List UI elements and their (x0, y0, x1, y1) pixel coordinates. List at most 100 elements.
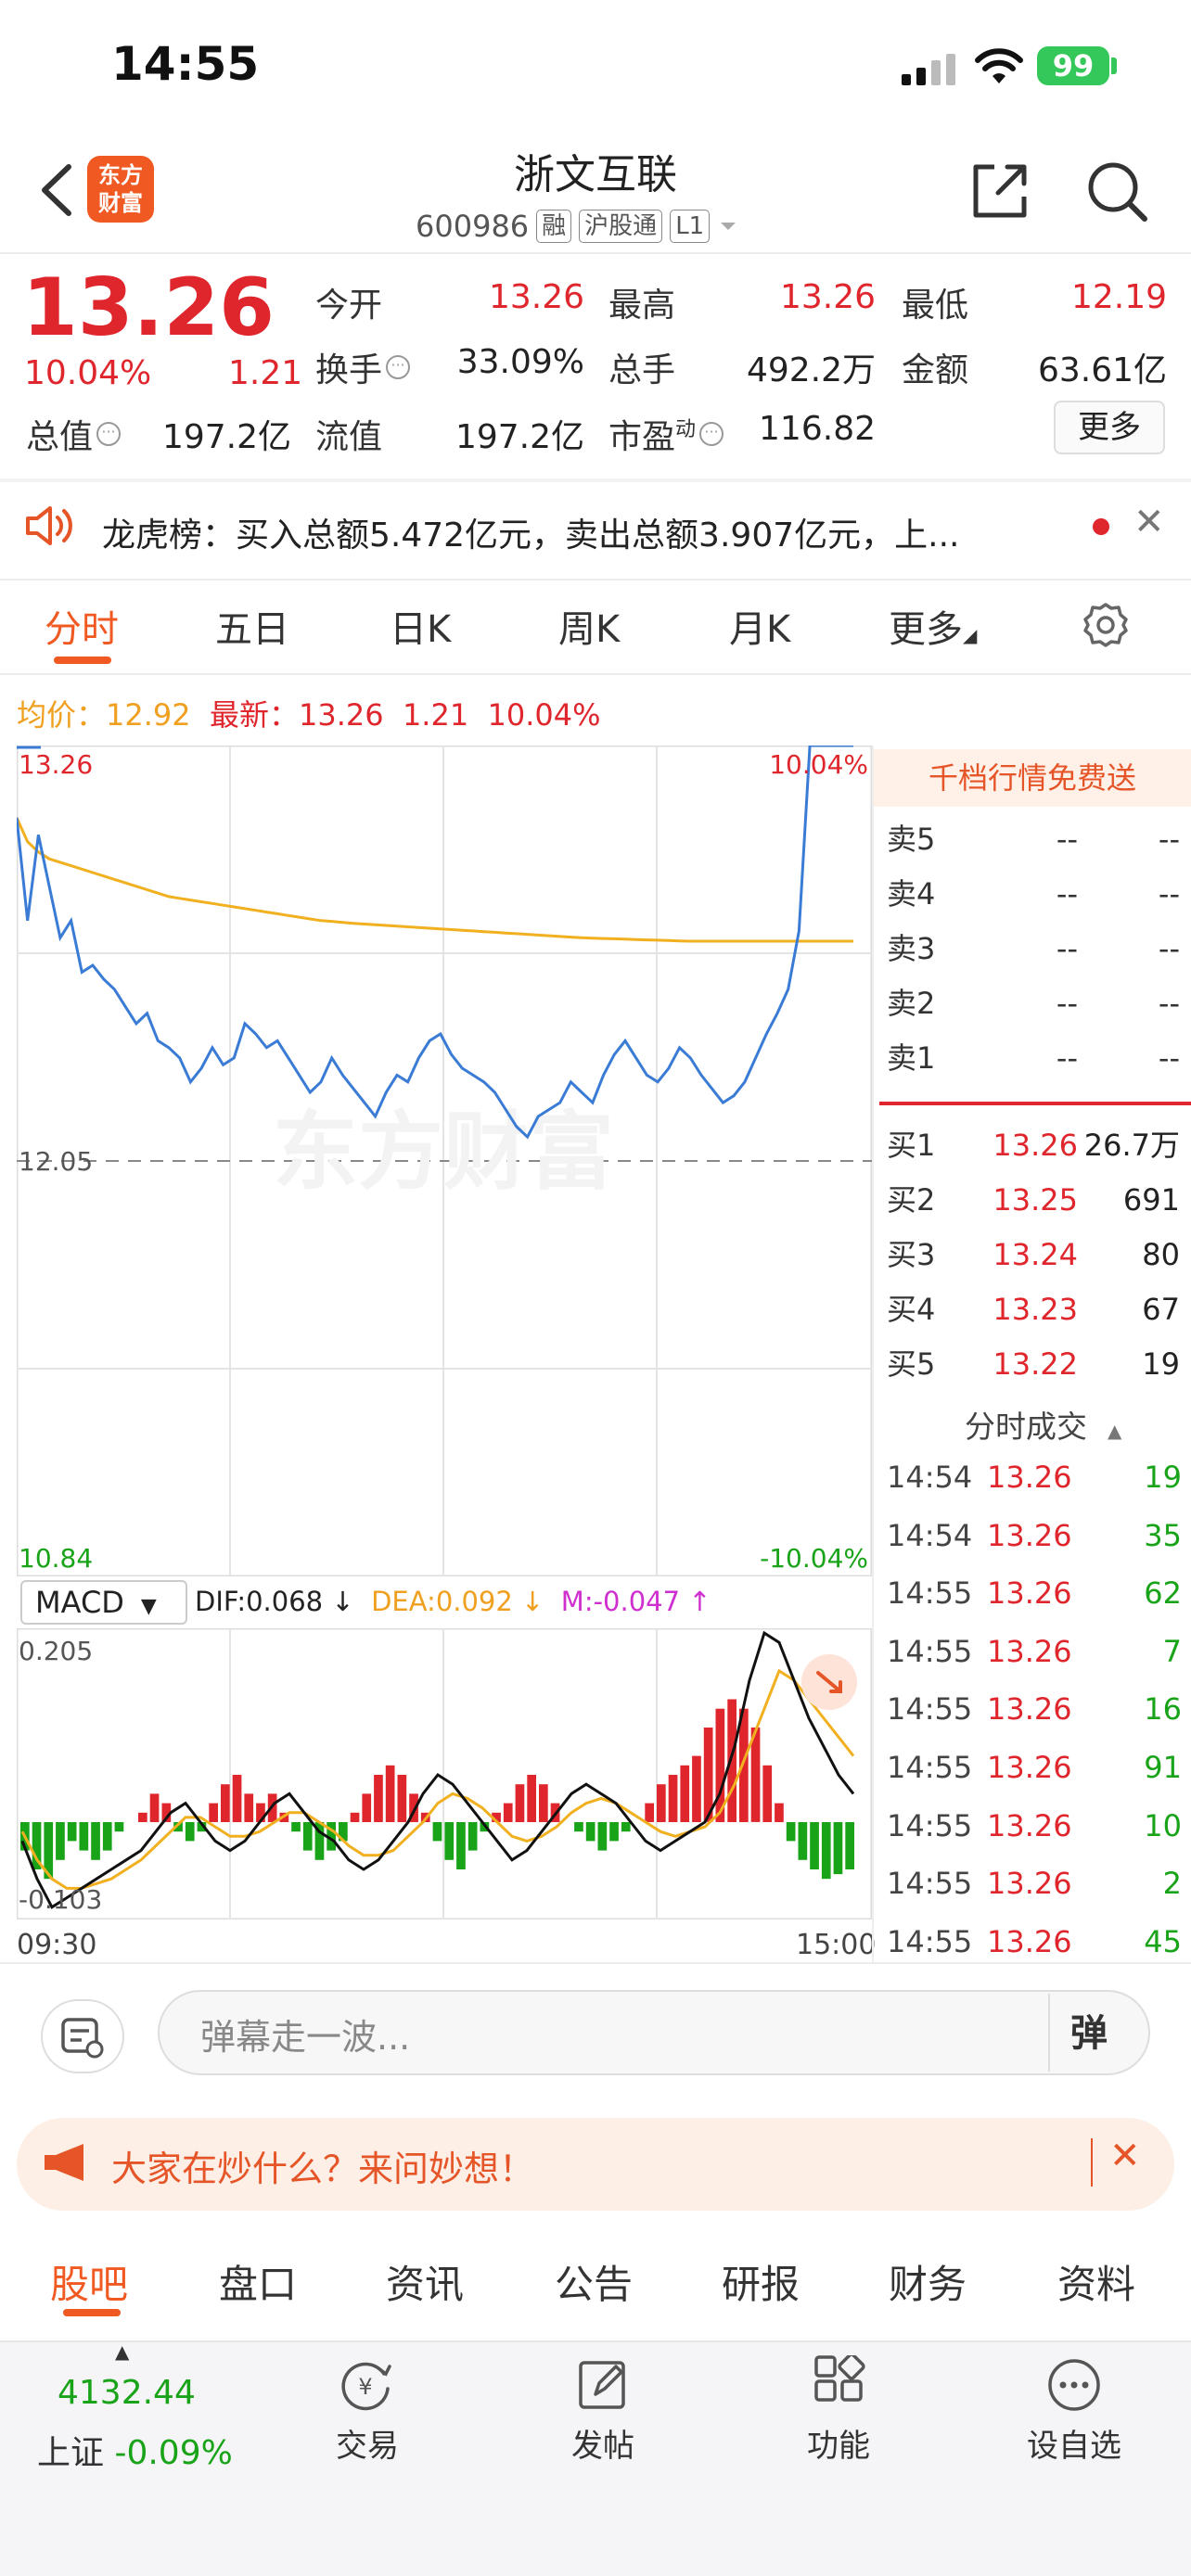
tick-vol: 62 (1144, 1575, 1182, 1612)
ask-row[interactable]: 卖2 -- -- (887, 976, 1180, 1030)
bid-row[interactable]: 买5 13.22 19 (887, 1337, 1180, 1391)
ask-row[interactable]: 卖5 -- -- (887, 812, 1180, 866)
speaker-icon (26, 506, 72, 545)
tab-profile[interactable]: 资料 (1057, 2253, 1135, 2310)
more-quote-button[interactable]: 更多 (1054, 401, 1165, 454)
order-book-promo[interactable]: 千档行情免费送 (874, 749, 1191, 807)
quote-label-open: 今开 (315, 287, 383, 325)
settings-icon[interactable] (1082, 601, 1130, 649)
back-button[interactable] (32, 158, 87, 223)
latest-value: 13.26 (298, 697, 384, 733)
tab-monthly-k[interactable]: 月K (729, 599, 790, 653)
tab-handicap[interactable]: 盘口 (219, 2253, 297, 2310)
tab-announcements[interactable]: 公告 (555, 2253, 633, 2310)
macd-bar (79, 1822, 89, 1851)
tab-weekly-k[interactable]: 周K (558, 599, 620, 653)
ask-ai-text: 大家在炒什么？来问妙想！ (111, 2149, 535, 2189)
tab-finance[interactable]: 财务 (889, 2253, 967, 2310)
nav-post[interactable]: 发帖 (538, 2420, 668, 2466)
battery-tip (1111, 57, 1117, 74)
macd-bar (680, 1765, 690, 1822)
tick-vol: 91 (1144, 1750, 1182, 1785)
tag-margin: 融 (536, 210, 572, 243)
macd-bar (67, 1822, 77, 1842)
bid-name: 买3 (887, 1237, 936, 1272)
tick-row: 14:54 13.26 35 (887, 1507, 1182, 1564)
tab-research[interactable]: 研报 (722, 2253, 800, 2310)
fold-button[interactable] (801, 1654, 857, 1710)
bid-price: 13.23 (992, 1292, 1078, 1327)
quote-label-market-cap[interactable]: 总值 ··· (26, 410, 122, 458)
bid-row[interactable]: 买4 13.23 67 (887, 1282, 1180, 1336)
status-bar: 14:55 99 (0, 0, 1191, 130)
macd-bar (102, 1822, 112, 1851)
macd-bar (244, 1793, 254, 1822)
quote-label-pe[interactable]: 市盈动 ··· (608, 410, 724, 458)
status-time: 14:55 (111, 37, 260, 91)
macd-bar (515, 1784, 525, 1822)
intraday-chart[interactable]: 东方财富 13.26 12.05 10.84 10.04% -10.04% (17, 746, 872, 1576)
latest-label: 最新： (209, 697, 299, 733)
macd-bar (762, 1765, 773, 1822)
tab-daily-k[interactable]: 日K (390, 599, 451, 653)
tick-row: 14:55 13.26 16 (887, 1680, 1182, 1738)
macd-bar (609, 1822, 619, 1842)
bid-row[interactable]: 买3 13.24 80 (887, 1228, 1180, 1282)
danmu-toggle[interactable] (41, 1999, 124, 2073)
search-icon[interactable] (1083, 158, 1150, 224)
index-widget[interactable]: 4132.44 (58, 2374, 196, 2412)
tick-price: 13.26 (987, 1691, 1072, 1728)
info-icon: ··· (96, 422, 122, 446)
ticks-header[interactable]: 分时成交 ▲ (965, 1402, 1121, 1447)
macd-bar (798, 1822, 808, 1860)
nav-functions[interactable]: 功能 (774, 2420, 903, 2466)
market-cap-label-text: 总值 (26, 418, 94, 456)
quote-value-high: 13.26 (779, 278, 876, 316)
danmu-placeholder: 弹幕走一波... (200, 2017, 411, 2058)
index-name-row[interactable]: 上证 -0.09% (37, 2426, 233, 2474)
tab-five-day[interactable]: 五日 (215, 599, 289, 653)
tab-more[interactable]: 更多◢ (889, 599, 977, 653)
quote-value-turnover: 33.09% (456, 343, 584, 381)
nav-trade[interactable]: 交易 (302, 2420, 432, 2466)
close-icon[interactable]: ✕ (1133, 501, 1165, 543)
chart-legend: 均价：12.92 最新：13.26 1.21 10.04% (17, 692, 601, 734)
info-icon: ··· (699, 422, 724, 446)
ask-row[interactable]: 卖4 -- -- (887, 867, 1180, 921)
bid-row[interactable]: 买2 13.25 691 (887, 1173, 1180, 1227)
macd-bar (385, 1765, 395, 1822)
nav-watchlist[interactable]: 设自选 (1009, 2420, 1139, 2466)
divider (1048, 1994, 1050, 2072)
tab-intraday[interactable]: 分时 (45, 599, 119, 653)
macd-bar (821, 1822, 831, 1880)
quote-value-pe: 116.82 (759, 410, 876, 448)
macd-dea: DEA:0.092 ↓ (371, 1586, 544, 1617)
tick-price: 13.26 (987, 1460, 1072, 1495)
quote-label-turnover[interactable]: 换手 ··· (315, 343, 411, 391)
bid-name: 买5 (887, 1346, 936, 1382)
bid-row[interactable]: 买1 13.26 26.7万 (887, 1118, 1180, 1172)
macd-bar (810, 1822, 819, 1869)
tick-vol: 7 (1162, 1633, 1182, 1669)
ask-row[interactable]: 卖1 -- -- (887, 1031, 1180, 1085)
macd-axis-top: 0.205 (19, 1636, 93, 1666)
time-axis-end: 15:00 (796, 1929, 877, 1961)
tab-forum[interactable]: 股吧 (50, 2253, 128, 2310)
macd-chart[interactable]: 0.205 -0.103 (17, 1628, 872, 1919)
macd-dif: DIF:0.068 ↓ (195, 1586, 354, 1617)
tab-news[interactable]: 资讯 (386, 2253, 464, 2310)
tick-time: 14:55 (887, 1575, 973, 1612)
ask-vol: -- (1158, 986, 1180, 1021)
ask-row[interactable]: 卖3 -- -- (887, 922, 1180, 976)
macd-bar (503, 1803, 513, 1822)
share-icon[interactable] (967, 158, 1033, 224)
macd-bar (775, 1803, 784, 1822)
avg-price-line (17, 817, 853, 943)
quote-value-amount: 63.61亿 (1037, 351, 1167, 389)
index-value: 4132.44 (58, 2374, 196, 2412)
indicator-select[interactable]: MACD ▼ (20, 1580, 187, 1625)
active-tab-indicator (63, 2309, 121, 2316)
close-icon[interactable]: ✕ (1109, 2135, 1141, 2177)
stock-code-row[interactable]: 600986 融 沪股通 L1 (416, 206, 739, 247)
danmu-send-button[interactable]: 弹 (1070, 2003, 1108, 2057)
